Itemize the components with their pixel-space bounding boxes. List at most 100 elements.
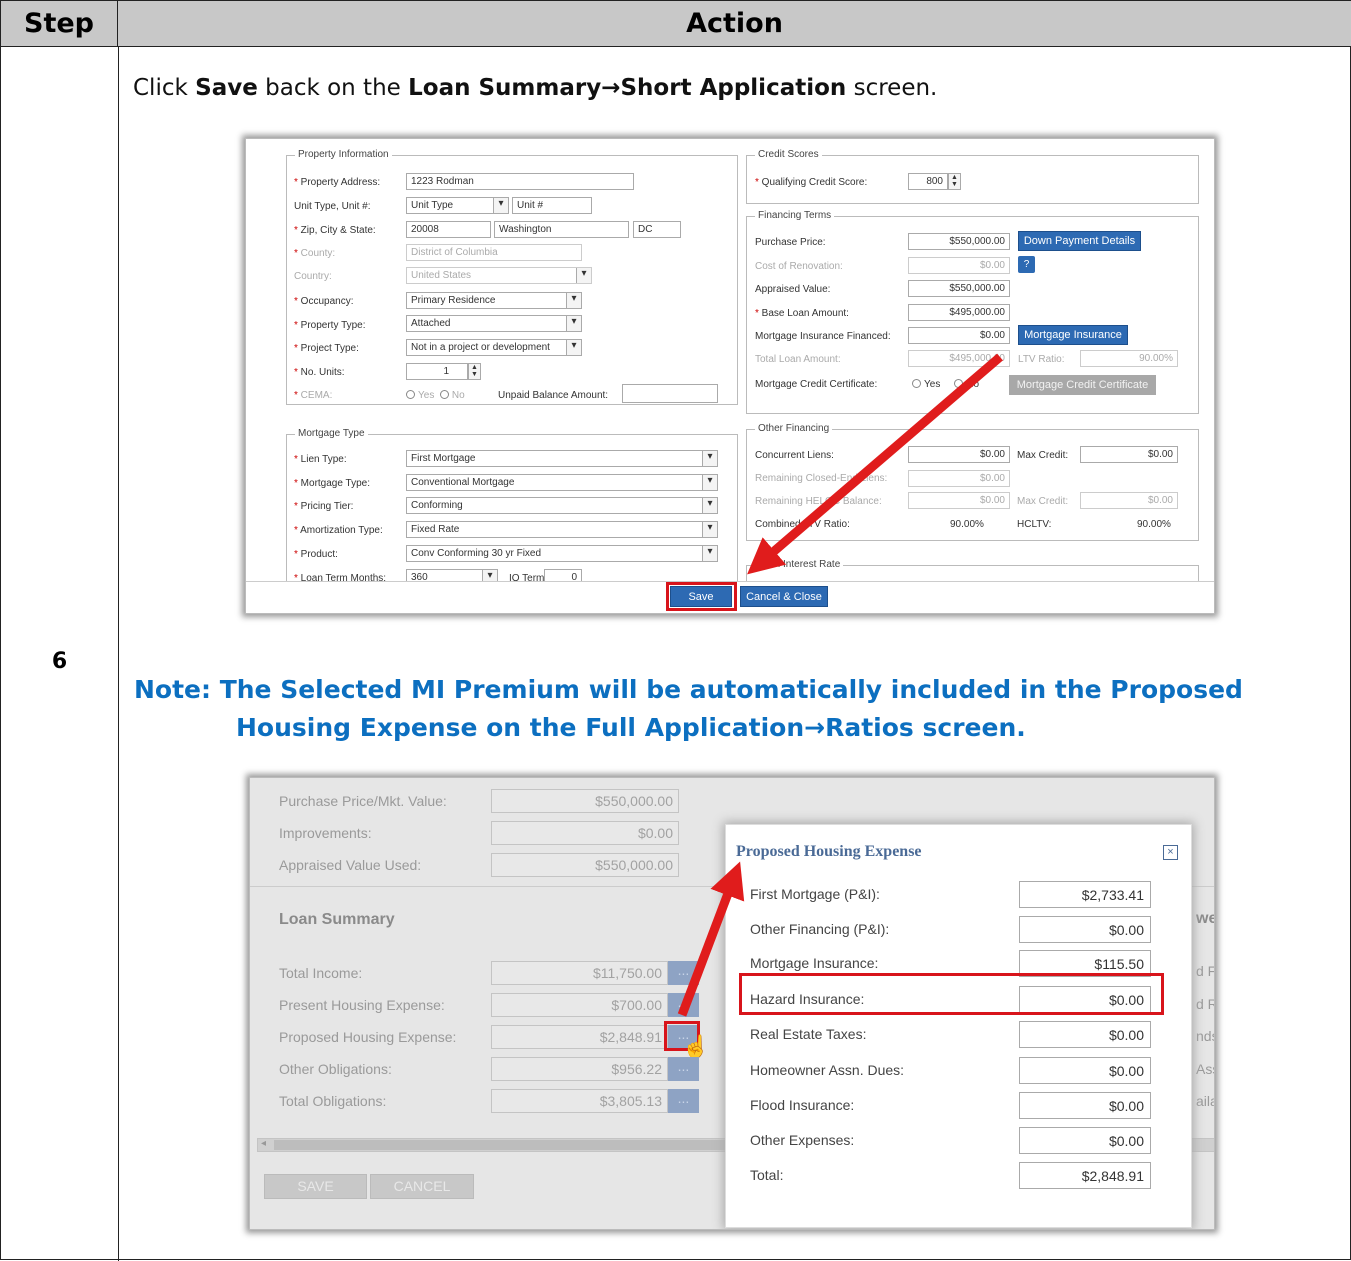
zip-input[interactable]: 20008	[406, 221, 491, 238]
rate-legend: Loan Interest Rate	[755, 559, 844, 570]
property-address-input[interactable]: 1223 Rodman	[406, 173, 634, 190]
present-housing-label: Present Housing Expense:	[279, 997, 445, 1013]
purchase-price-label: Purchase Price/Mkt. Value:	[279, 793, 447, 809]
state-input[interactable]: DC	[633, 221, 681, 238]
appraised-value-used-label: Appraised Value Used:	[279, 857, 422, 873]
loan-summary-title: Loan Summary	[279, 911, 395, 928]
max-credit-label: Max Credit:	[1017, 450, 1069, 461]
expense-row-label: First Mortgage (P&I):	[750, 886, 880, 902]
mortgage-type-select[interactable]: Conventional Mortgage	[406, 474, 718, 491]
hcltv-value: 90.00%	[1137, 519, 1171, 530]
purchase-price-input[interactable]: $550,000.00	[908, 233, 1010, 250]
radio-icon[interactable]	[406, 390, 415, 399]
step-column-header: Step	[1, 1, 118, 47]
stepper-arrows-icon[interactable]: ▲ ▼	[948, 173, 961, 190]
occupancy-select[interactable]: Primary Residence	[406, 292, 582, 309]
financing-legend: Financing Terms	[755, 210, 835, 221]
expense-row-value[interactable]: $2,848.91	[1019, 1162, 1151, 1189]
country-select: United States	[406, 267, 592, 284]
city-input[interactable]: Washington	[494, 221, 629, 238]
remaining-heloc-input: $0.00	[908, 492, 1010, 509]
other-obligations-value: $956.22	[491, 1057, 668, 1081]
right-fragment-6: ailal	[1196, 1093, 1214, 1109]
product-label: * Product:	[294, 549, 338, 560]
total-obligations-details-button[interactable]: ...	[668, 1089, 699, 1113]
instruction-screen-path: Loan Summary→Short Application	[408, 75, 847, 101]
stepper-arrows-icon[interactable]: ▲ ▼	[468, 363, 481, 380]
other-financing-legend: Other Financing	[755, 423, 833, 434]
mi-financed-label: Mortgage Insurance Financed:	[755, 331, 891, 342]
help-icon[interactable]: ?	[1018, 256, 1035, 273]
expense-row-label: Flood Insurance:	[750, 1097, 855, 1113]
remaining-closed-liens-input: $0.00	[908, 470, 1010, 487]
close-icon[interactable]: ×	[1163, 845, 1178, 860]
no-units-stepper[interactable]: 1	[406, 363, 468, 380]
lien-type-label: * Lien Type:	[294, 454, 347, 465]
expense-row-label: Homeowner Assn. Dues:	[750, 1062, 905, 1078]
mortgage-credit-certificate-button[interactable]: Mortgage Credit Certificate	[1009, 375, 1156, 395]
property-legend: Property Information	[295, 149, 392, 160]
project-type-select[interactable]: Not in a project or development	[406, 339, 582, 356]
radio-icon[interactable]	[439, 390, 449, 399]
total-obligations-value: $3,805.13	[491, 1089, 668, 1113]
purchase-price-value: $550,000.00	[491, 789, 679, 813]
mortgage-legend: Mortgage Type	[295, 428, 368, 439]
appraised-value-input[interactable]: $550,000.00	[908, 280, 1010, 297]
cancel-close-button[interactable]: Cancel & Close	[740, 586, 828, 607]
credit-score-stepper[interactable]: 800	[908, 173, 948, 190]
improvements-label: Improvements:	[279, 825, 372, 841]
unit-type-label: Unit Type, Unit #:	[294, 201, 371, 212]
lien-type-select[interactable]: First Mortgage	[406, 450, 718, 467]
unpaid-balance-label: Unpaid Balance Amount:	[498, 390, 609, 401]
unit-type-select[interactable]: Unit Type	[406, 197, 509, 214]
mortgage-type-label: * Mortgage Type:	[294, 478, 370, 489]
property-type-select[interactable]: Attached	[406, 315, 582, 332]
combined-ltv-value: 90.00%	[950, 519, 984, 530]
remaining-closed-liens-label: Remaining Closed-End Liens:	[755, 473, 888, 484]
product-select[interactable]: Conv Conforming 30 yr Fixed	[406, 545, 718, 562]
total-income-details-button[interactable]: ...	[668, 961, 699, 985]
action-column-header: Action	[118, 1, 1351, 47]
expense-row-value[interactable]: $0.00	[1019, 1057, 1151, 1084]
expense-row-value[interactable]: $0.00	[1019, 1092, 1151, 1119]
note-line-1: Note: The Selected MI Premium will be au…	[134, 675, 1243, 704]
mi-financed-input[interactable]: $0.00	[908, 327, 1010, 344]
property-type-label: * Property Type:	[294, 320, 366, 331]
zip-city-state-label: * Zip, City & State:	[294, 225, 376, 236]
base-loan-amount-input[interactable]: $495,000.00	[908, 304, 1010, 321]
unit-number-input[interactable]: Unit #	[512, 197, 592, 214]
max-credit-input[interactable]: $0.00	[1080, 446, 1178, 463]
other-obligations-details-button[interactable]: ...	[668, 1057, 699, 1081]
concurrent-liens-input[interactable]: $0.00	[908, 446, 1010, 463]
total-income-value: $11,750.00	[491, 961, 668, 985]
unpaid-balance-input[interactable]	[622, 384, 718, 403]
ratios-save-button[interactable]: SAVE	[264, 1174, 367, 1199]
proposed-housing-label: Proposed Housing Expense:	[279, 1029, 457, 1045]
ratios-cancel-button[interactable]: CANCEL	[370, 1174, 474, 1199]
mcc-radios[interactable]: Yes No	[912, 379, 979, 390]
cema-label: * CEMA:	[294, 390, 333, 401]
expense-row-value[interactable]: $0.00	[1019, 916, 1151, 943]
scrollbar-thumb[interactable]	[274, 1140, 744, 1150]
expense-row-value[interactable]: $2,733.41	[1019, 881, 1151, 908]
amortization-type-select[interactable]: Fixed Rate	[406, 521, 718, 538]
radio-icon[interactable]	[954, 379, 964, 388]
expense-row-value[interactable]: $0.00	[1019, 1127, 1151, 1154]
appraised-value-label: Appraised Value:	[755, 284, 831, 295]
pricing-tier-label: * Pricing Tier:	[294, 501, 354, 512]
max-credit-2-label: Max Credit:	[1017, 496, 1069, 507]
right-fragment-2: d Fu	[1196, 963, 1214, 979]
down-payment-details-button[interactable]: Down Payment Details	[1018, 231, 1141, 251]
scroll-left-icon[interactable]: ◂	[261, 1138, 266, 1149]
expense-row-value[interactable]: $0.00	[1019, 1021, 1151, 1048]
right-fragment-5: Ass	[1196, 1061, 1214, 1077]
no-units-label: * No. Units:	[294, 367, 345, 378]
present-housing-value: $700.00	[491, 993, 668, 1017]
cema-radios[interactable]: Yes No	[406, 390, 465, 401]
mortgage-insurance-button[interactable]: Mortgage Insurance	[1018, 325, 1128, 345]
present-housing-details-button[interactable]: ...	[668, 993, 699, 1017]
expense-row-label: Mortgage Insurance:	[750, 955, 879, 971]
base-loan-amount-label: * Base Loan Amount:	[755, 308, 849, 319]
pricing-tier-select[interactable]: Conforming	[406, 497, 718, 514]
radio-icon[interactable]	[912, 379, 921, 388]
